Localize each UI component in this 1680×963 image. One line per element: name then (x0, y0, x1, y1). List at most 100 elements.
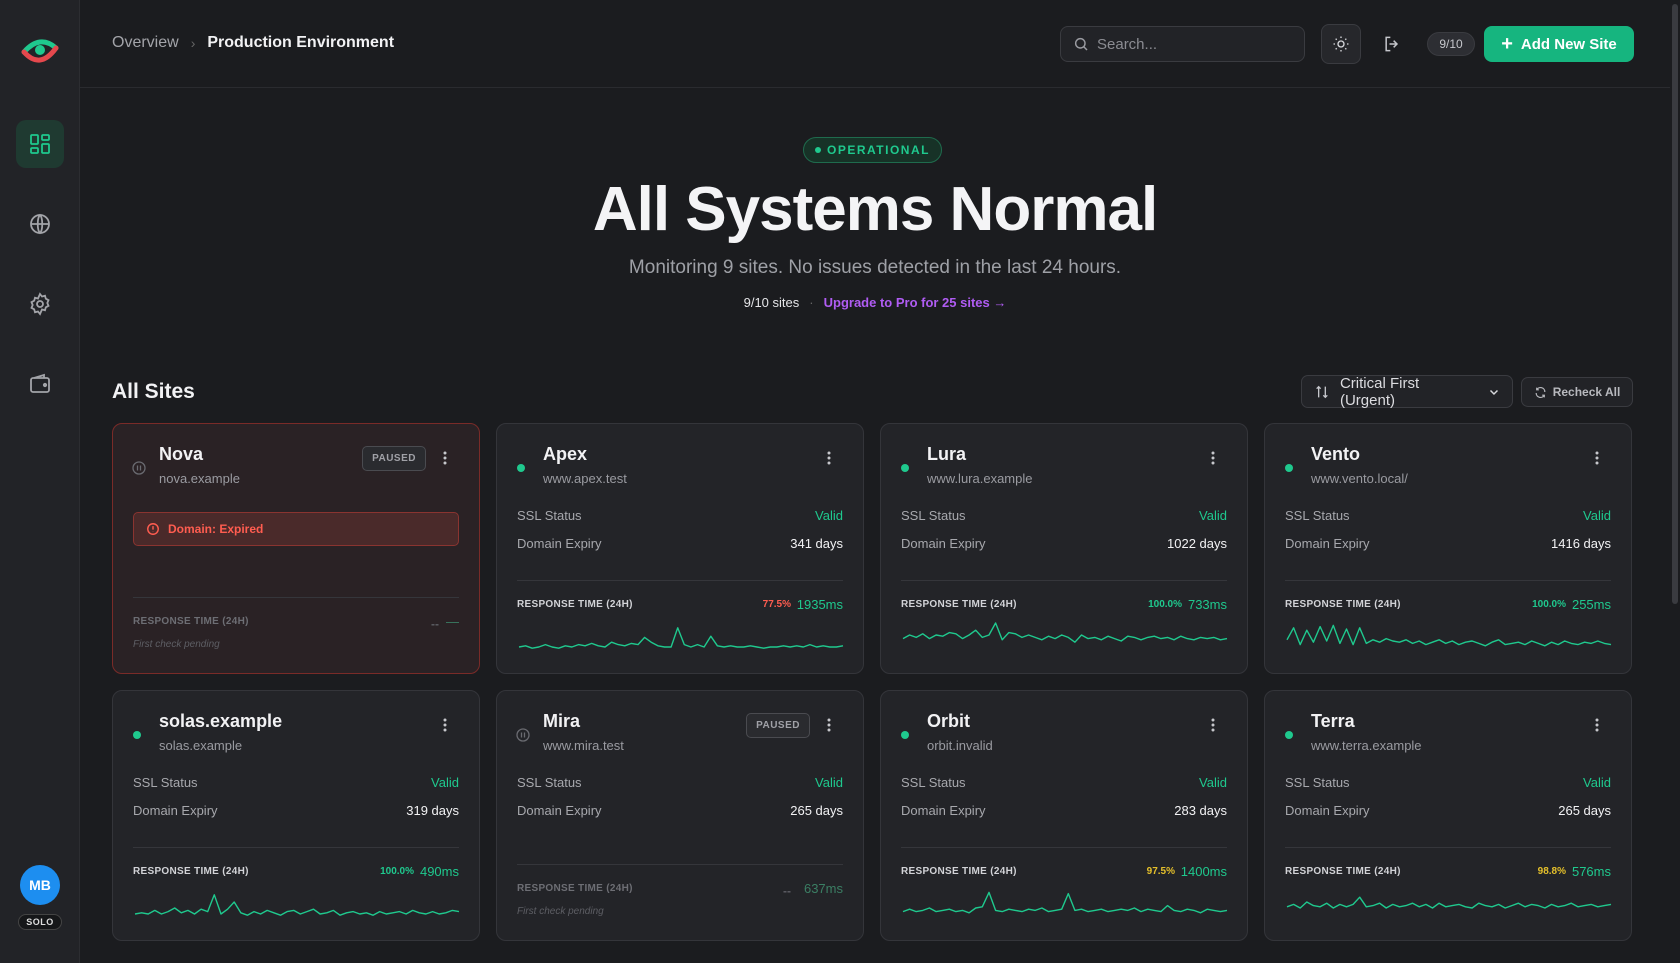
app-logo-icon[interactable] (21, 36, 59, 66)
uptime-percent: -- (783, 884, 791, 898)
recheck-all-button[interactable]: Recheck All (1521, 377, 1633, 407)
operational-status-badge: OPERATIONAL (803, 137, 942, 163)
response-time-label: RESPONSE TIME (24H) (1285, 599, 1401, 610)
domain-expiry-label: Domain Expiry (517, 803, 602, 818)
response-time-sparkline (518, 627, 844, 649)
search-box[interactable] (1060, 26, 1305, 62)
sparkline-path (518, 627, 844, 649)
nav-sites[interactable] (16, 200, 64, 248)
card-divider (133, 597, 459, 598)
scrollbar[interactable] (1670, 0, 1680, 963)
site-url: www.lura.example (927, 471, 1033, 486)
card-divider (517, 580, 843, 581)
sparkline-path (134, 894, 460, 916)
more-vertical-icon (1211, 718, 1215, 732)
ssl-status-label: SSL Status (901, 775, 966, 790)
site-card[interactable]: Vento www.vento.local/SSL Status Valid Doma… (1264, 423, 1632, 674)
hero-subtitle: Monitoring 9 sites. No issues detected i… (628, 257, 1122, 278)
uptime-percent: 97.5% (1146, 866, 1175, 877)
nav-dashboard[interactable] (16, 120, 64, 168)
site-name[interactable]: Vento (1311, 444, 1360, 465)
globe-icon (30, 213, 50, 235)
ssl-status-label: SSL Status (1285, 508, 1350, 523)
nav-settings[interactable] (16, 280, 64, 328)
scrollbar-thumb[interactable] (1672, 4, 1678, 604)
more-menu-button[interactable] (819, 448, 839, 468)
response-time-label: RESPONSE TIME (24H) (901, 866, 1017, 877)
more-menu-button[interactable] (1587, 715, 1607, 735)
more-menu-button[interactable] (1203, 448, 1223, 468)
theme-toggle-button[interactable] (1321, 24, 1361, 64)
domain-expiry-label: Domain Expiry (517, 536, 602, 551)
breadcrumb: Overview › Production Environment (112, 34, 394, 52)
upgrade-link[interactable]: Upgrade to Pro for 25 sites → (824, 295, 1007, 310)
site-card[interactable]: Nova nova.example PAUSED Domain: Expired RES… (112, 423, 480, 674)
response-time-value: 637ms (803, 881, 843, 896)
logout-button[interactable] (1372, 24, 1412, 64)
domain-expiry-value: 1416 days (1551, 536, 1611, 551)
uptime-percent: 100.0% (1532, 599, 1566, 610)
site-card[interactable]: Lura www.lura.example SSL Status Valid Domai… (880, 423, 1248, 674)
logout-icon (1385, 36, 1399, 52)
site-card[interactable]: Terra www.terra.example SSL Status Valid Dom… (1264, 690, 1632, 941)
domain-expiry-label: Domain Expiry (1285, 803, 1370, 818)
domain-expiry-value: 265 days (790, 803, 843, 818)
nav-billing[interactable] (16, 360, 64, 408)
more-vertical-icon (827, 718, 831, 732)
user-avatar[interactable]: MB (20, 865, 60, 905)
response-time-label: RESPONSE TIME (24H) (901, 599, 1017, 610)
status-dot-icon (901, 464, 909, 472)
response-time-label: RESPONSE TIME (24H) (517, 599, 633, 610)
more-menu-button[interactable] (1587, 448, 1607, 468)
search-input[interactable] (1097, 35, 1287, 53)
site-name[interactable]: Nova (159, 444, 203, 465)
more-menu-button[interactable] (435, 715, 455, 735)
chevron-right-icon: › (190, 35, 196, 51)
hero-meta: 9/10 sites · Upgrade to Pro for 25 sites… (743, 295, 1007, 310)
site-quota-badge: 9/10 (1427, 32, 1475, 56)
site-name[interactable]: Orbit (927, 711, 970, 732)
domain-expiry-value: 319 days (406, 803, 459, 818)
site-name[interactable]: Apex (543, 444, 587, 465)
site-card[interactable]: solas.example solas.example SSL Status Vali… (112, 690, 480, 941)
site-name[interactable]: solas.example (159, 711, 282, 732)
card-divider (901, 580, 1227, 581)
site-card[interactable]: Apex www.apex.test SSL Status Valid Domain E… (496, 423, 864, 674)
status-dot-icon (901, 731, 909, 739)
ssl-status-label: SSL Status (133, 775, 198, 790)
ssl-status-label: SSL Status (517, 775, 582, 790)
ssl-status-label: SSL Status (901, 508, 966, 523)
domain-expiry-value: 283 days (1174, 803, 1227, 818)
more-vertical-icon (827, 451, 831, 465)
more-menu-button[interactable] (1203, 715, 1223, 735)
sort-select[interactable]: Critical First (Urgent) (1301, 375, 1513, 409)
site-url: www.mira.test (543, 738, 624, 753)
site-card[interactable]: Mira www.mira.test PAUSED SSL Status Valid Do… (496, 690, 864, 941)
sparkline-path (1286, 896, 1612, 909)
sparkline-path (902, 891, 1228, 914)
wallet-icon (30, 373, 50, 393)
status-dot-icon (517, 464, 525, 472)
response-time-sparkline (1286, 624, 1612, 647)
card-divider (901, 847, 1227, 848)
more-menu-button[interactable] (819, 715, 839, 735)
ssl-status-value: Valid (815, 775, 843, 790)
site-card[interactable]: Orbit orbit.invalid SSL Status Valid Domain … (880, 690, 1248, 941)
response-time-value: 1400ms (1180, 864, 1227, 879)
response-time-sparkline (134, 894, 460, 916)
response-time-value: 1935ms (796, 597, 843, 612)
response-time-label: RESPONSE TIME (24H) (133, 616, 249, 627)
site-name[interactable]: Terra (1311, 711, 1355, 732)
uptime-percent: -- (431, 617, 439, 631)
uptime-percent: 100.0% (380, 866, 414, 877)
response-time-sparkline (1286, 896, 1612, 909)
site-name[interactable]: Mira (543, 711, 580, 732)
more-menu-button[interactable] (435, 448, 455, 468)
plus-icon: + (1501, 33, 1513, 55)
breadcrumb-overview[interactable]: Overview (112, 34, 179, 52)
paused-badge: PAUSED (362, 446, 426, 471)
add-new-site-button[interactable]: + Add New Site (1484, 26, 1634, 62)
site-name[interactable]: Lura (927, 444, 966, 465)
ssl-status-value: Valid (1583, 775, 1611, 790)
domain-expiry-value: 341 days (790, 536, 843, 551)
